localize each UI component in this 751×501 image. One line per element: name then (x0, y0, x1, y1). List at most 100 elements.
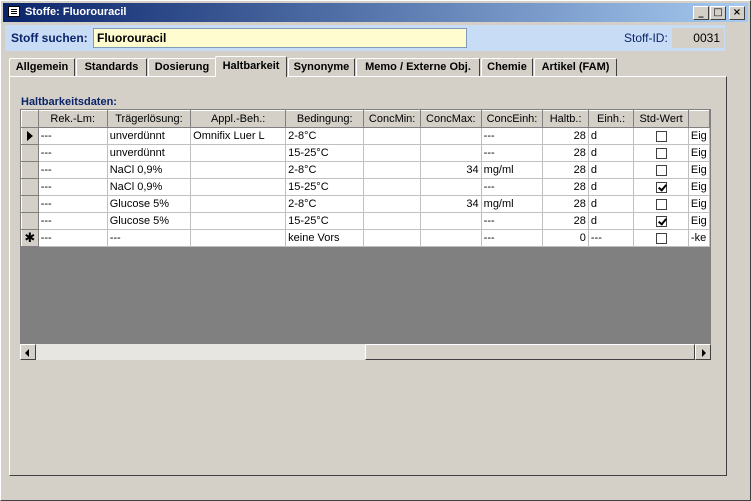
table-cell[interactable]: 15-25°C (285, 144, 365, 162)
tab-standards[interactable]: Standards (76, 58, 147, 76)
table-cell[interactable] (190, 178, 287, 196)
table-cell[interactable]: Glucose 5% (106, 195, 192, 213)
column-header[interactable]: Rek.-Lm: (37, 110, 108, 128)
std-wert-cell[interactable] (633, 195, 689, 213)
table-cell[interactable]: Eig (687, 178, 710, 196)
table-row[interactable]: --- NaCl 0,9% 2-8°C 34 mg/ml 28 d Eig (21, 161, 710, 179)
table-cell[interactable]: --- (37, 127, 108, 145)
column-header[interactable]: Einh.: (587, 110, 635, 128)
table-cell[interactable]: Eig (687, 195, 710, 213)
tab-artikel-fam[interactable]: Artikel (FAM) (534, 58, 617, 76)
maximize-button[interactable]: □ (710, 6, 726, 20)
new-record-row[interactable]: ✱ --- --- keine Vors --- 0 --- -ke (21, 229, 710, 247)
std-wert-cell[interactable] (633, 144, 689, 162)
table-cell[interactable]: --- (480, 144, 544, 162)
scroll-thumb[interactable] (365, 344, 695, 360)
title-bar[interactable]: Stoffe: Fluorouracil _ □ × (3, 3, 748, 22)
column-header[interactable]: ConcEinh: (480, 110, 544, 128)
table-cell[interactable] (363, 229, 421, 247)
std-wert-cell[interactable] (633, 178, 689, 196)
table-cell[interactable]: --- (37, 195, 108, 213)
table-row[interactable]: --- NaCl 0,9% 15-25°C --- 28 d Eig (21, 178, 710, 196)
table-cell[interactable]: Eig (687, 212, 710, 230)
table-cell[interactable]: d (587, 212, 635, 230)
tab-dosierung[interactable]: Dosierung (148, 58, 216, 76)
table-cell[interactable]: 34 (419, 195, 482, 213)
table-cell[interactable]: d (587, 195, 635, 213)
column-header[interactable]: Haltb.: (542, 110, 589, 128)
column-header[interactable]: ConcMin: (363, 110, 421, 128)
table-cell[interactable]: 28 (542, 178, 589, 196)
table-cell[interactable]: --- (37, 212, 108, 230)
table-cell[interactable] (419, 212, 482, 230)
table-row[interactable]: --- Glucose 5% 2-8°C 34 mg/ml 28 d Eig (21, 195, 710, 213)
table-cell[interactable]: d (587, 161, 635, 179)
table-cell[interactable]: Eig (687, 144, 710, 162)
column-header[interactable]: ConcMax: (419, 110, 482, 128)
table-row[interactable]: --- unverdünnt 15-25°C --- 28 d Eig (21, 144, 710, 162)
table-cell[interactable] (190, 212, 287, 230)
minimize-button[interactable]: _ (693, 6, 709, 20)
column-header[interactable] (687, 110, 710, 128)
table-cell[interactable]: --- (480, 212, 544, 230)
table-cell[interactable]: 15-25°C (285, 178, 365, 196)
std-wert-cell[interactable] (633, 127, 689, 145)
row-selector[interactable] (21, 161, 39, 179)
search-input[interactable] (93, 28, 467, 48)
table-cell[interactable]: mg/ml (480, 195, 544, 213)
table-cell[interactable]: d (587, 127, 635, 145)
table-cell[interactable] (363, 161, 421, 179)
table-cell[interactable] (419, 178, 482, 196)
table-cell[interactable]: Omnifix Luer L (190, 127, 287, 145)
table-cell[interactable]: 28 (542, 195, 589, 213)
std-wert-cell[interactable] (633, 212, 689, 230)
horizontal-scrollbar[interactable] (20, 344, 711, 360)
tab-memo-externe-obj[interactable]: Memo / Externe Obj. (356, 58, 480, 76)
table-cell[interactable] (190, 195, 287, 213)
table-cell[interactable] (363, 144, 421, 162)
column-header[interactable]: Trägerlösung: (106, 110, 192, 128)
table-cell[interactable] (363, 178, 421, 196)
column-header[interactable]: Std-Wert (633, 110, 689, 128)
table-cell[interactable]: keine Vors (285, 229, 365, 247)
close-button[interactable]: × (729, 6, 745, 20)
table-row[interactable]: --- unverdünnt Omnifix Luer L 2-8°C --- 28 d Ei… (21, 127, 710, 145)
table-cell[interactable]: --- (587, 229, 635, 247)
table-cell[interactable]: --- (480, 127, 544, 145)
table-cell[interactable] (419, 127, 482, 145)
table-cell[interactable]: 0 (542, 229, 589, 247)
std-wert-cell[interactable] (633, 161, 689, 179)
table-cell[interactable]: d (587, 144, 635, 162)
table-cell[interactable] (419, 229, 482, 247)
tab-haltbarkeit[interactable]: Haltbarkeit (215, 56, 287, 77)
table-cell[interactable]: --- (480, 229, 544, 247)
tab-allgemein[interactable]: Allgemein (9, 58, 75, 76)
table-cell[interactable]: 2-8°C (285, 195, 365, 213)
table-cell[interactable]: NaCl 0,9% (106, 178, 192, 196)
scroll-left-button[interactable] (20, 344, 36, 360)
table-cell[interactable]: --- (37, 161, 108, 179)
row-selector[interactable] (21, 195, 39, 213)
table-cell[interactable]: -ke (687, 229, 710, 247)
std-wert-checkbox[interactable] (655, 215, 667, 227)
table-cell[interactable]: 28 (542, 144, 589, 162)
table-cell[interactable]: 34 (419, 161, 482, 179)
table-cell[interactable]: d (587, 178, 635, 196)
table-cell[interactable]: --- (37, 178, 108, 196)
table-cell[interactable]: --- (37, 144, 108, 162)
table-cell[interactable] (190, 161, 287, 179)
table-cell[interactable]: Eig (687, 161, 710, 179)
row-selector[interactable]: ✱ (21, 229, 39, 247)
table-cell[interactable]: mg/ml (480, 161, 544, 179)
std-wert-checkbox[interactable] (655, 232, 667, 244)
row-selector[interactable] (21, 212, 39, 230)
std-wert-checkbox[interactable] (655, 198, 667, 210)
std-wert-checkbox[interactable] (655, 181, 667, 193)
table-cell[interactable]: 15-25°C (285, 212, 365, 230)
table-cell[interactable] (190, 229, 287, 247)
table-cell[interactable] (363, 212, 421, 230)
table-cell[interactable]: 28 (542, 212, 589, 230)
row-selector[interactable] (21, 144, 39, 162)
table-cell[interactable]: --- (106, 229, 192, 247)
std-wert-checkbox[interactable] (655, 130, 667, 142)
